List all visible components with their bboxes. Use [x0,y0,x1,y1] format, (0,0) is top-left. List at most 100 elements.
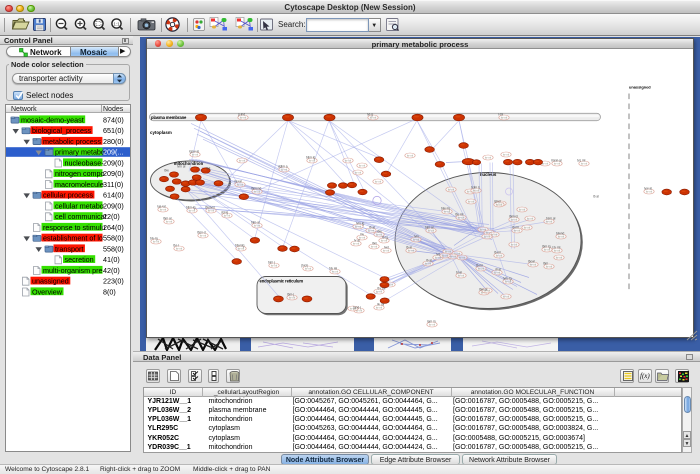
svg-text:blv ial: blv ial [329,267,337,271]
svg-text:establishment of lo: establishment of lo [43,234,103,243]
svg-text:dl al: dl al [495,268,501,272]
svg-text:llv ml: llv ml [377,303,385,307]
svg-text:lw ml: lw ml [358,164,365,168]
svg-text:macromolecule: macromolecule [55,180,104,189]
svg-text:223(0): 223(0) [103,277,124,286]
svg-text:blim lg: blim lg [306,156,315,160]
svg-text:l-ml: l-ml [498,113,503,117]
svg-text:614(0): 614(0) [103,191,124,200]
svg-text:lnv: lnv [360,233,364,237]
svg-text:blim-lg: blim-lg [186,206,196,210]
svg-text:unassigned: unassigned [32,277,69,286]
svg-text:lb al: lb al [369,226,375,230]
svg-text:lb-ml: lb-ml [494,251,501,255]
svg-text:lw ml: lw ml [467,200,474,204]
svg-text:lbw: lbw [164,169,169,173]
svg-text:558(0): 558(0) [103,244,124,253]
svg-text:lw ml: lw ml [483,235,490,239]
svg-text:lv al: lv al [354,239,360,243]
svg-text:nucleobase-: nucleobase- [65,158,105,167]
svg-text:lwd: lwd [384,246,389,250]
svg-text:lb lg: lb lg [382,236,388,240]
svg-text:lbm: lbm [372,242,377,246]
svg-text:btw/dg: btw/dg [235,244,245,248]
svg-text:lw ml: lw ml [458,256,465,260]
svg-text:lboal: lboal [528,260,535,264]
svg-text:42(0): 42(0) [103,266,120,275]
svg-text:cytoplasm: cytoplasm [150,130,172,135]
svg-text:bl-al: bl-al [456,271,462,275]
svg-text:lvm lg: lvm lg [356,222,365,226]
svg-text:lbm lg: lbm lg [542,245,551,249]
svg-text:l tv ml: l tv ml [552,246,561,250]
svg-text:lvm-lg: lvm-lg [503,277,512,281]
svg-text:lb al: lb al [593,195,599,199]
svg-text:651(0): 651(0) [103,126,124,135]
svg-text:lw ml: lw ml [518,208,525,212]
svg-text:metabolic process: metabolic process [43,137,101,146]
svg-text:lbd: lbd [206,167,210,171]
svg-text:[and-j: [and-j [353,306,361,310]
svg-text:lw ml: lw ml [344,159,351,163]
svg-text:lbw-al: lbw-al [479,288,488,292]
svg-text:lb-al: lb-al [406,246,412,250]
svg-text:lvd: lvd [436,253,440,257]
svg-text:lmral-al: lmral-al [551,159,562,163]
svg-text:plasma membrane: plasma membrane [151,115,187,120]
svg-text:p-lnd: p-lnd [238,113,245,117]
svg-text:lvl-g: lvl-g [367,113,373,117]
svg-text:lbmvd: lbmvd [509,215,518,219]
svg-text:lam m: lam m [427,320,436,324]
svg-text:unassigned: unassigned [629,85,651,90]
svg-text:lbm-j: lbm-j [287,293,294,297]
svg-text:lbvsvnl: lbvsvnl [205,206,215,210]
svg-text:209(0): 209(0) [103,201,124,210]
svg-text:blwnd: blwnd [556,232,565,236]
svg-text:ddim a: ddim a [278,165,288,169]
svg-text:primary metabo: primary metabo [55,148,105,157]
svg-text:280(0): 280(0) [103,137,124,146]
svg-text:lvm: lvm [414,235,419,239]
svg-text:multi-organism pre: multi-organism pre [43,266,103,275]
svg-text:Overview: Overview [32,287,63,296]
svg-text:lw ml: lw ml [447,188,454,192]
svg-text:lw ml: lw ml [238,159,245,163]
svg-text:cellular metabo: cellular metabo [55,201,104,210]
svg-text:nitrogen compo: nitrogen compo [55,169,105,178]
svg-text:209(...: 209(... [103,148,123,157]
svg-text:bdm lj: bdm lj [471,186,480,190]
svg-text:blm al: blm al [425,226,434,230]
svg-text:lw ml: lw ml [406,154,413,158]
svg-text:mosaic-demo-yeast: mosaic-demo-yeast [21,115,84,124]
svg-text:lvw al: lvw al [644,187,652,191]
svg-text:bim j: bim j [268,261,275,265]
svg-text:311(0): 311(0) [103,180,123,189]
svg-text:secretion: secretion [65,255,94,264]
svg-text:blw mj: blw mj [441,207,450,211]
svg-text:blm-al: blm-al [251,221,260,225]
svg-text:lbw: lbw [377,230,382,234]
svg-text:cellular process: cellular process [43,191,93,200]
svg-text:blv-lg: blv-lg [150,237,158,241]
svg-text:lbm al: lbm al [163,217,172,221]
svg-text:lw ml: lw ml [555,256,562,260]
svg-text:lw ml: lw ml [502,295,509,299]
svg-text:transport: transport [55,244,83,253]
svg-text:lb-i-l: lb-i-l [173,244,179,248]
svg-text:lb ml: lb ml [476,264,483,268]
svg-text:41(0): 41(0) [103,255,120,264]
svg-text:lw ml: lw ml [523,226,530,230]
svg-text:lgsw-al: lgsw-al [189,150,199,154]
svg-text:bsm al: bsm al [546,217,556,221]
svg-text:biological_process: biological_process [32,126,92,135]
svg-text:209(0): 209(0) [103,158,124,167]
svg-text:lw ml: lw ml [449,255,456,259]
svg-text:lw ml: lw ml [441,254,448,258]
svg-text:lw ml: lw ml [354,171,361,175]
svg-text:lw ml: lw ml [502,153,509,157]
svg-text:264(0): 264(0) [103,223,124,232]
svg-text:lbmsnd: lbmsnd [251,187,262,191]
svg-text:lb al: lb al [426,259,432,263]
svg-text:lb-ml: lb-ml [512,226,519,230]
svg-text:209(0): 209(0) [103,169,124,178]
